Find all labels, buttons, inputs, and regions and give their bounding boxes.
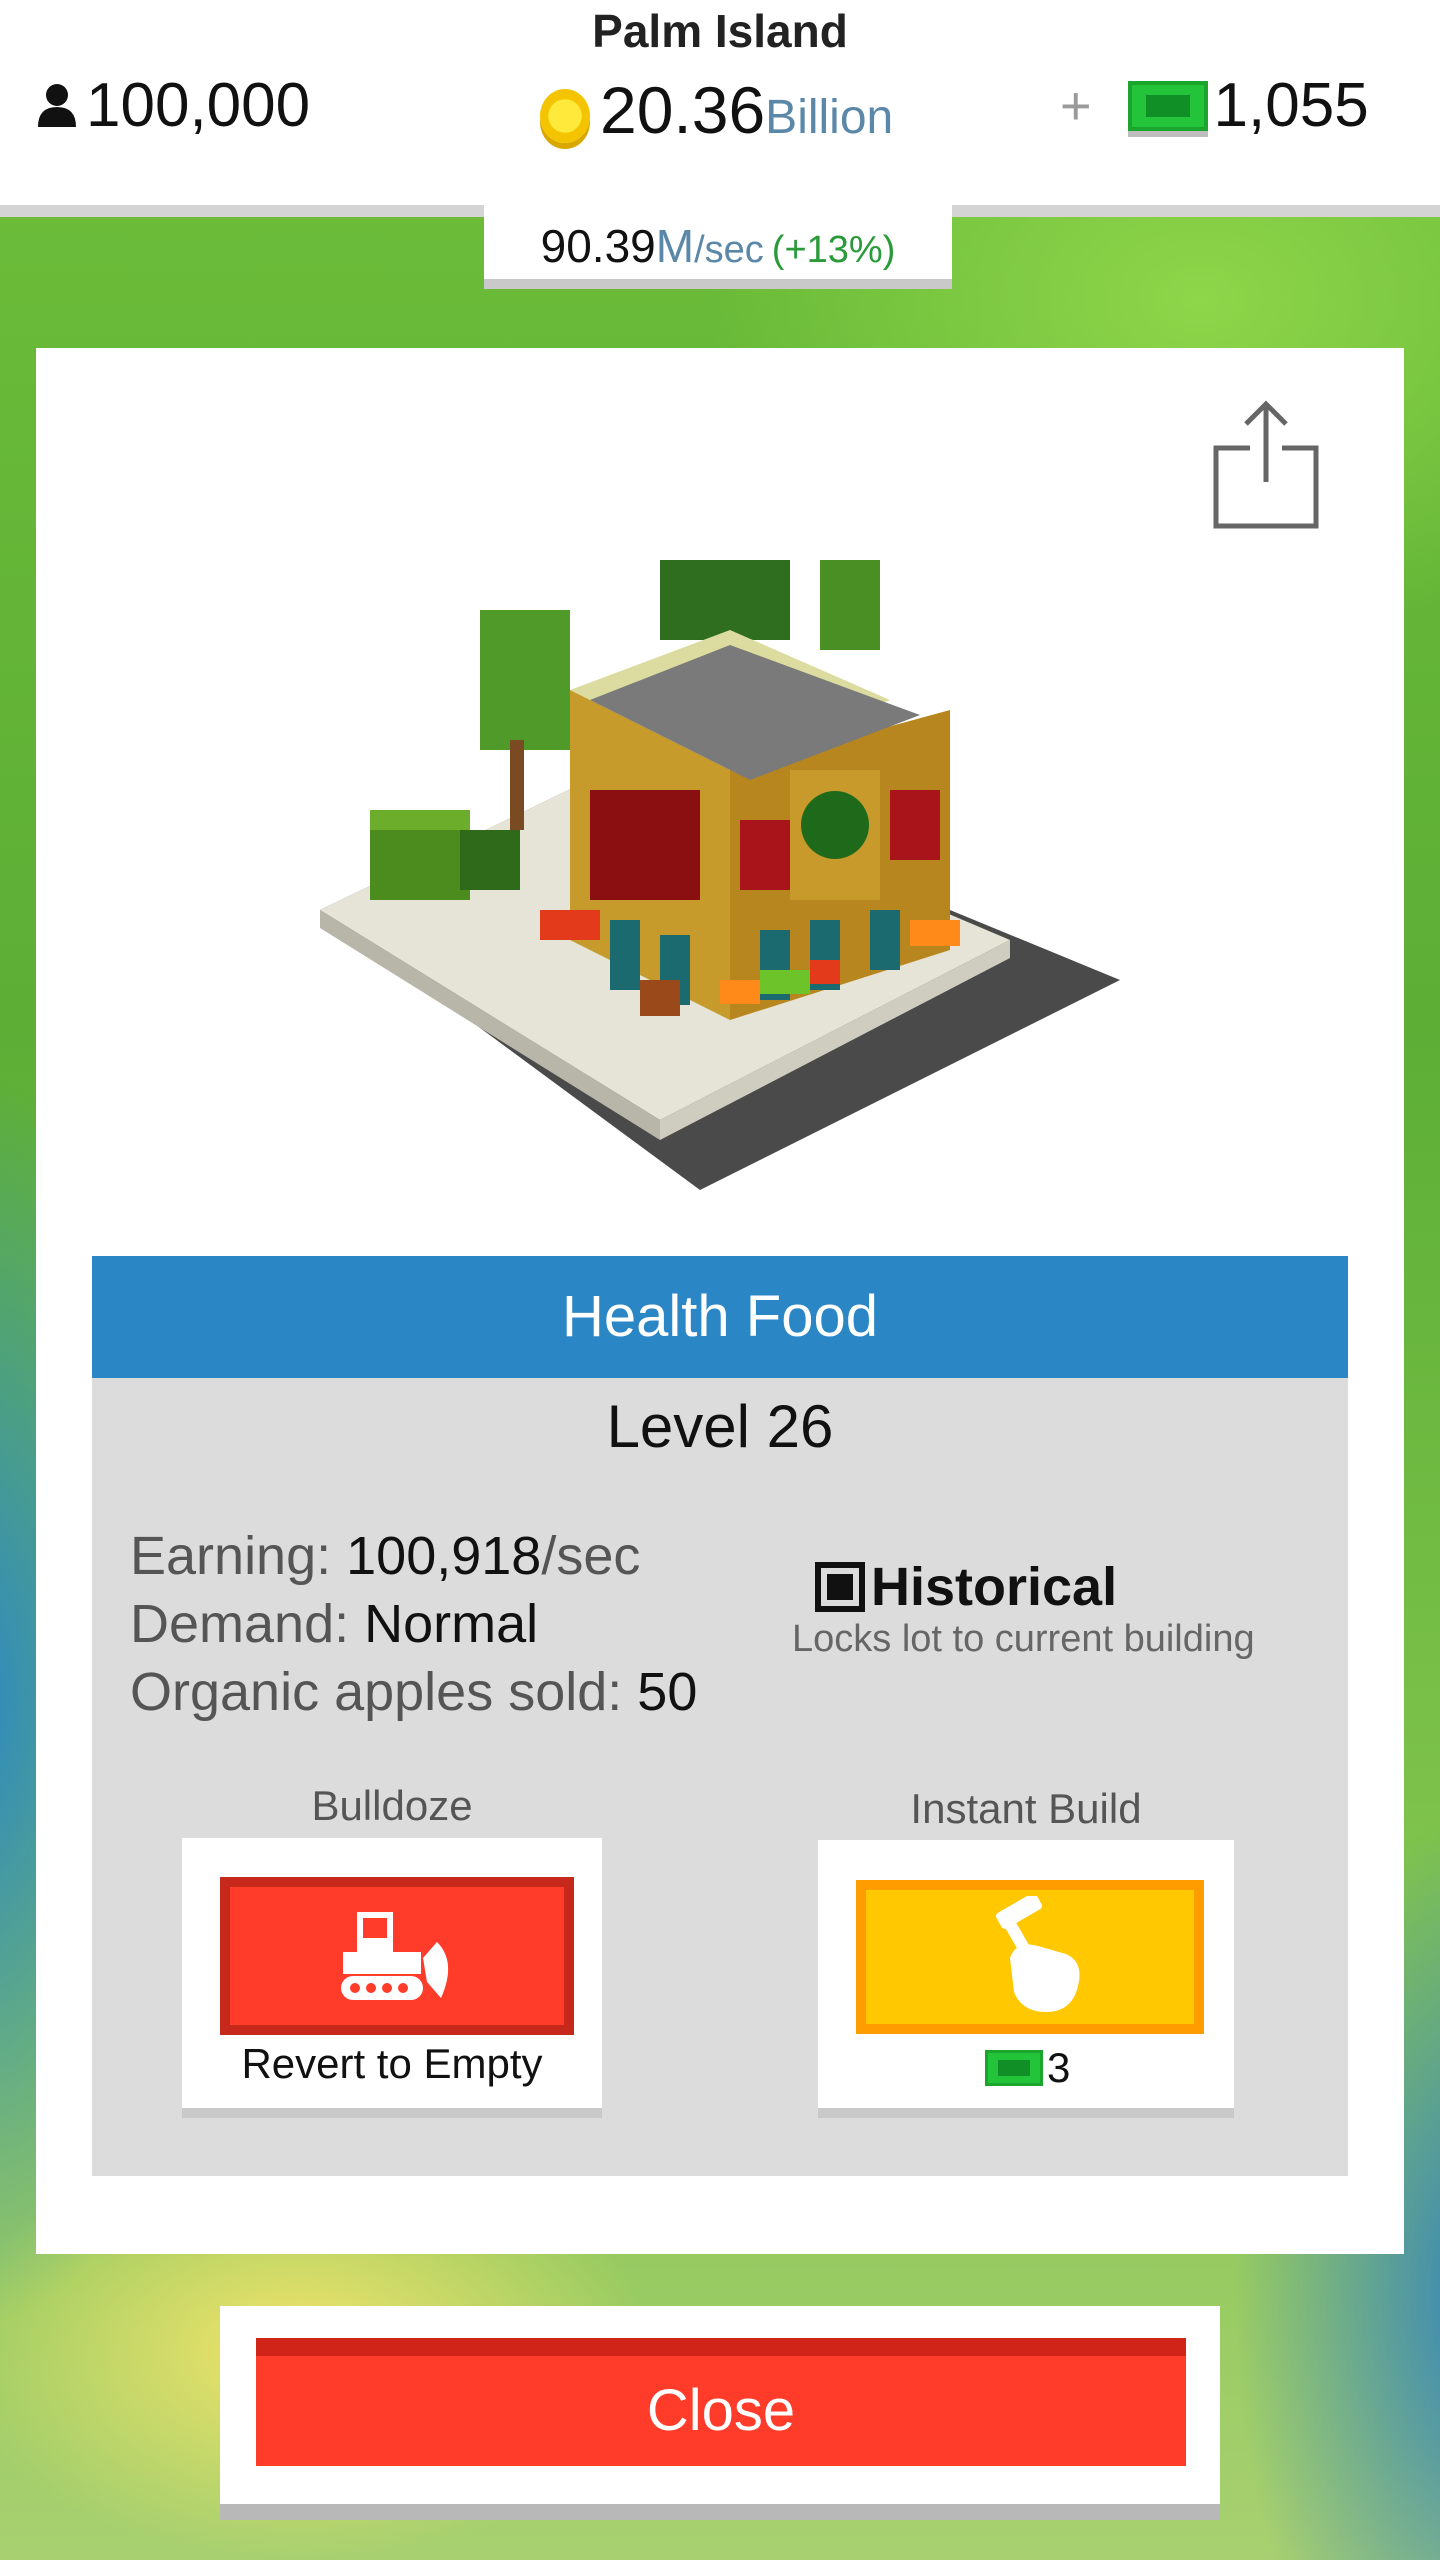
instant-build-button[interactable] [856,1880,1204,2034]
island-name: Palm Island [592,5,848,57]
product-value: 50 [637,1662,698,1722]
historical-description: Locks lot to current building [792,1618,1255,1660]
coins-value: 20.36 [600,73,766,147]
historical-label: Historical [871,1557,1118,1617]
close-button[interactable]: Close [256,2338,1186,2466]
coins-counter: 20.36 Billion [540,72,893,148]
cash-value: 1,055 [1213,71,1369,140]
revert-to-empty-label[interactable]: Revert to Empty [182,2040,602,2088]
earning-value: 100,918 [346,1526,542,1586]
demand-row: Demand: Normal [130,1590,697,1658]
building-level: Level 26 [606,1393,834,1460]
demand-value: Normal [364,1594,539,1654]
population-counter: 100,000 [36,70,310,141]
hammer-hand-icon [996,1896,1080,2012]
share-icon[interactable] [1210,398,1322,530]
rate-value: 90.39 [540,220,656,272]
cash-bill-icon [985,2050,1043,2086]
top-hud: Palm Island 100,000 20.36 Billion + 1,05… [0,0,1440,217]
population-value: 100,000 [86,71,311,140]
bulldozer-icon [341,1912,449,2000]
earning-suffix: /sec [541,1526,641,1586]
income-rate: 90.39M/sec (+13%) [484,205,952,289]
product-label: Organic apples sold: [130,1662,638,1722]
historical-toggle[interactable]: Historical [815,1556,1117,1618]
rate-unit: M [655,220,695,272]
add-cash-button[interactable]: + [1060,75,1092,137]
rate-suffix: /sec [694,229,764,271]
rate-bonus: (+13%) [771,229,896,271]
coins-unit: Billion [765,91,894,144]
instant-cost-value: 3 [1047,2044,1071,2091]
bulldoze-button[interactable] [220,1877,574,2035]
bulldoze-label: Bulldoze [311,1782,473,1829]
building-stats: Earning: 100,918/sec Demand: Normal Orga… [130,1522,697,1726]
building-name: Health Food [92,1256,1348,1378]
instant-build-cost: 3 [985,2044,1070,2092]
person-icon [38,83,76,127]
earning-row: Earning: 100,918/sec [130,1522,697,1590]
demand-label: Demand: [130,1594,365,1654]
building-illustration [320,560,1120,1190]
earning-label: Earning: [130,1526,347,1586]
instant-build-label: Instant Build [910,1785,1142,1832]
coin-icon [540,89,590,143]
cash-counter[interactable]: + 1,055 [1060,70,1369,141]
historical-checkbox[interactable] [815,1562,865,1612]
product-row: Organic apples sold: 50 [130,1658,697,1726]
cash-bill-icon [1127,80,1208,131]
